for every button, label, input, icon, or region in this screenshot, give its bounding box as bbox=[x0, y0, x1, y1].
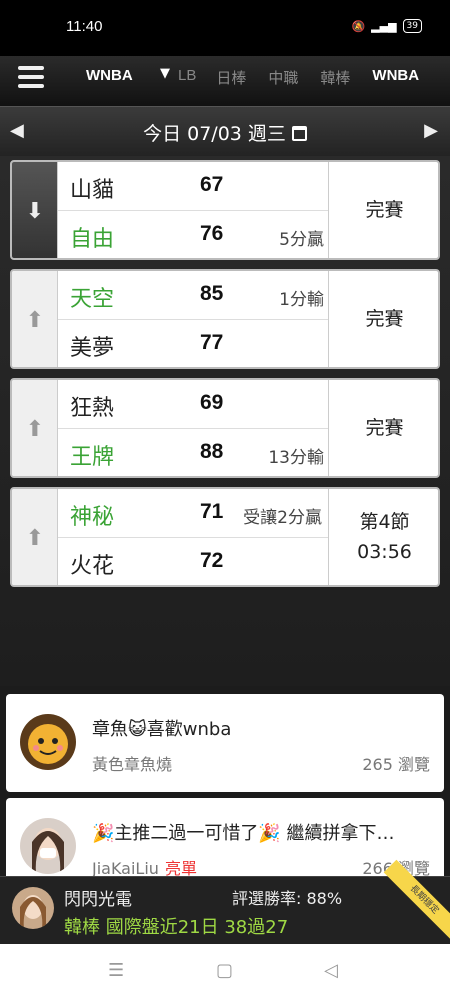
top-nav: WNBA ▼ LB 日棒 中職 韓棒 WNBA bbox=[0, 56, 450, 106]
avatar bbox=[20, 714, 76, 770]
expert-name: 閃閃光電 bbox=[64, 890, 132, 910]
team-name: 自由 bbox=[70, 227, 115, 252]
expand-toggle[interactable]: ⬆ bbox=[12, 271, 58, 367]
post-title: 章魚😺喜歡wnba bbox=[92, 719, 232, 740]
team-score: 67 bbox=[200, 173, 224, 196]
game-list: ⬇ 山貓 67 自由 76 5分贏 完賽 ⬆ 天空 85 1分輸 美夢 77 完… bbox=[0, 156, 450, 686]
game-status: 完賽 bbox=[328, 380, 438, 476]
game-status: 第4節 03:56 bbox=[328, 489, 438, 585]
result-note: 受讓2分贏 bbox=[243, 508, 322, 528]
status-icons: 🔕 ▂▄▆ 39 bbox=[351, 19, 422, 33]
team-name: 火花 bbox=[70, 554, 115, 579]
up-arrow-icon: ⬆ bbox=[25, 417, 45, 442]
post-card[interactable]: 🎉主推二過一可惜了🎉 繼續拼拿下… JiaKaiLiu 亮單 266 瀏覽 bbox=[6, 798, 444, 888]
team-row: 山貓 67 bbox=[58, 162, 328, 211]
post-card[interactable]: 章魚😺喜歡wnba 黃色章魚燒 265 瀏覽 bbox=[6, 694, 444, 792]
system-nav-bar: ☰ ▢ ◁ bbox=[0, 944, 450, 1000]
game-card[interactable]: ⬆ 狂熱 69 王牌 88 13分輸 完賽 bbox=[10, 378, 440, 478]
team-name: 神秘 bbox=[70, 505, 115, 530]
tab-lb[interactable]: LB bbox=[178, 67, 196, 88]
game-status: 完賽 bbox=[328, 271, 438, 367]
tab-wnba[interactable]: WNBA bbox=[372, 67, 419, 88]
expert-record: 韓棒 國際盤近21日 38過27 bbox=[64, 917, 289, 938]
team-score: 69 bbox=[200, 391, 224, 414]
game-card[interactable]: ⬆ 神秘 71 受讓2分贏 火花 72 第4節 03:56 bbox=[10, 487, 440, 587]
view-count: 265 瀏覽 bbox=[362, 755, 430, 774]
team-row: 狂熱 69 bbox=[58, 380, 328, 429]
tab-cpbl[interactable]: 中職 bbox=[268, 67, 298, 88]
collapse-toggle[interactable]: ⬇ bbox=[12, 162, 58, 258]
down-arrow-icon: ⬇ bbox=[25, 199, 45, 224]
game-status: 完賽 bbox=[328, 162, 438, 258]
team-name: 天空 bbox=[70, 287, 115, 312]
team-row: 火花 72 bbox=[58, 538, 328, 585]
avatar bbox=[20, 818, 76, 874]
tab-kbo[interactable]: 韓棒 bbox=[320, 67, 350, 88]
team-name: 美夢 bbox=[70, 336, 115, 361]
result-note: 1分輸 bbox=[279, 290, 324, 310]
result-note: 13分輸 bbox=[268, 448, 324, 468]
post-author: 黃色章魚燒 bbox=[92, 751, 172, 775]
mute-icon: 🔕 bbox=[351, 19, 366, 33]
author-name: 黃色章魚燒 bbox=[92, 755, 173, 774]
game-card[interactable]: ⬇ 山貓 67 自由 76 5分贏 完賽 bbox=[10, 160, 440, 260]
back-icon[interactable]: ◁ bbox=[324, 960, 338, 981]
expert-banner[interactable]: 閃閃光電 評選勝率: 88% 韓棒 國際盤近21日 38過27 長期穩定 bbox=[0, 859, 450, 944]
up-arrow-icon: ⬆ bbox=[25, 526, 45, 551]
home-icon[interactable]: ▢ bbox=[216, 960, 233, 981]
current-league[interactable]: WNBA bbox=[86, 67, 133, 84]
team-name: 狂熱 bbox=[70, 396, 115, 421]
expand-toggle[interactable]: ⬆ bbox=[12, 380, 58, 476]
menu-icon[interactable] bbox=[18, 66, 44, 90]
calendar-icon bbox=[291, 126, 307, 141]
win-rate: 評選勝率: 88% bbox=[232, 889, 343, 908]
league-tabs: LB 日棒 中職 韓棒 WNBA bbox=[178, 67, 419, 88]
signal-icon: ▂▄▆ bbox=[371, 19, 397, 33]
date-label: 今日 07/03 週三 bbox=[143, 123, 286, 145]
team-row: 王牌 88 13分輸 bbox=[58, 429, 328, 476]
status-bar: 11:40 🔕 ▂▄▆ 39 bbox=[0, 0, 450, 56]
team-score: 71 bbox=[200, 500, 224, 523]
team-score: 77 bbox=[200, 331, 224, 354]
next-day-arrow-icon[interactable]: ▶ bbox=[424, 120, 438, 141]
avatar bbox=[12, 887, 54, 929]
team-score: 85 bbox=[200, 282, 224, 305]
result-note: 5分贏 bbox=[279, 230, 324, 250]
team-score: 72 bbox=[200, 549, 224, 572]
up-arrow-icon: ⬆ bbox=[25, 308, 45, 333]
team-row: 自由 76 5分贏 bbox=[58, 211, 328, 258]
dropdown-icon[interactable]: ▼ bbox=[160, 66, 170, 81]
expand-toggle[interactable]: ⬆ bbox=[12, 489, 58, 585]
team-row: 美夢 77 bbox=[58, 320, 328, 367]
tab-npb[interactable]: 日棒 bbox=[216, 67, 246, 88]
date-bar: ◀ 今日 07/03 週三 ▶ bbox=[0, 106, 450, 156]
team-score: 88 bbox=[200, 440, 224, 463]
clock: 11:40 bbox=[66, 18, 103, 35]
team-row: 天空 85 1分輸 bbox=[58, 271, 328, 320]
team-row: 神秘 71 受讓2分贏 bbox=[58, 489, 328, 538]
battery-icon: 39 bbox=[402, 19, 422, 33]
team-name: 山貓 bbox=[70, 178, 115, 203]
date-picker[interactable]: 今日 07/03 週三 bbox=[0, 119, 450, 146]
recents-icon[interactable]: ☰ bbox=[108, 960, 124, 981]
post-title: 🎉主推二過一可惜了🎉 繼續拼拿下… bbox=[92, 823, 395, 844]
team-name: 王牌 bbox=[70, 445, 115, 470]
team-score: 76 bbox=[200, 222, 224, 245]
game-card[interactable]: ⬆ 天空 85 1分輸 美夢 77 完賽 bbox=[10, 269, 440, 369]
